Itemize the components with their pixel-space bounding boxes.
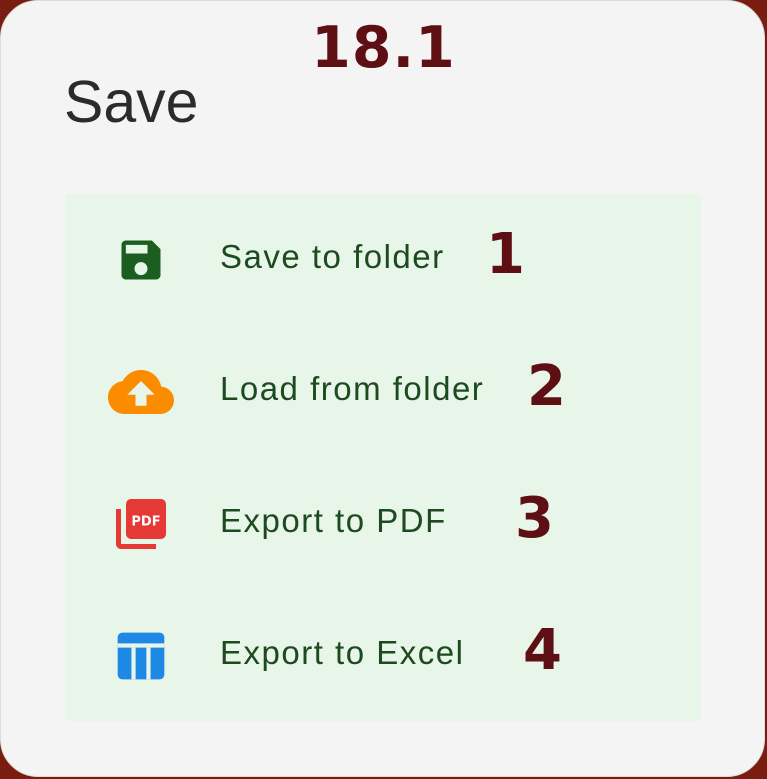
menu-item-load-from-folder[interactable]: Load from folder 2 [65,326,701,458]
save-icon [105,234,177,286]
pdf-icon: PDF [105,498,177,550]
menu-item-label: Save to folder [220,238,445,275]
menu-item-label: Export to Excel [220,634,465,671]
step-number: 2 [527,354,566,419]
menu-item-export-to-excel[interactable]: Export to Excel 4 [65,590,701,722]
step-number: 1 [486,222,525,287]
save-options-menu: Save to folder 1 Load from folder 2 PDF [65,194,701,721]
menu-item-label: Load from folder [220,370,485,407]
dialog-title: Save [64,69,199,135]
menu-item-label: Export to PDF [220,502,447,539]
menu-item-export-to-pdf[interactable]: PDF Export to PDF 3 [65,458,701,590]
menu-item-save-to-folder[interactable]: Save to folder 1 [65,194,701,326]
step-number: 3 [515,486,554,551]
step-number: 4 [523,618,562,683]
cloud-upload-icon [105,366,177,418]
svg-text:PDF: PDF [131,515,160,530]
table-icon [105,630,177,682]
save-dialog: 18.1 Save Save to folder 1 Load from fol… [0,0,765,777]
